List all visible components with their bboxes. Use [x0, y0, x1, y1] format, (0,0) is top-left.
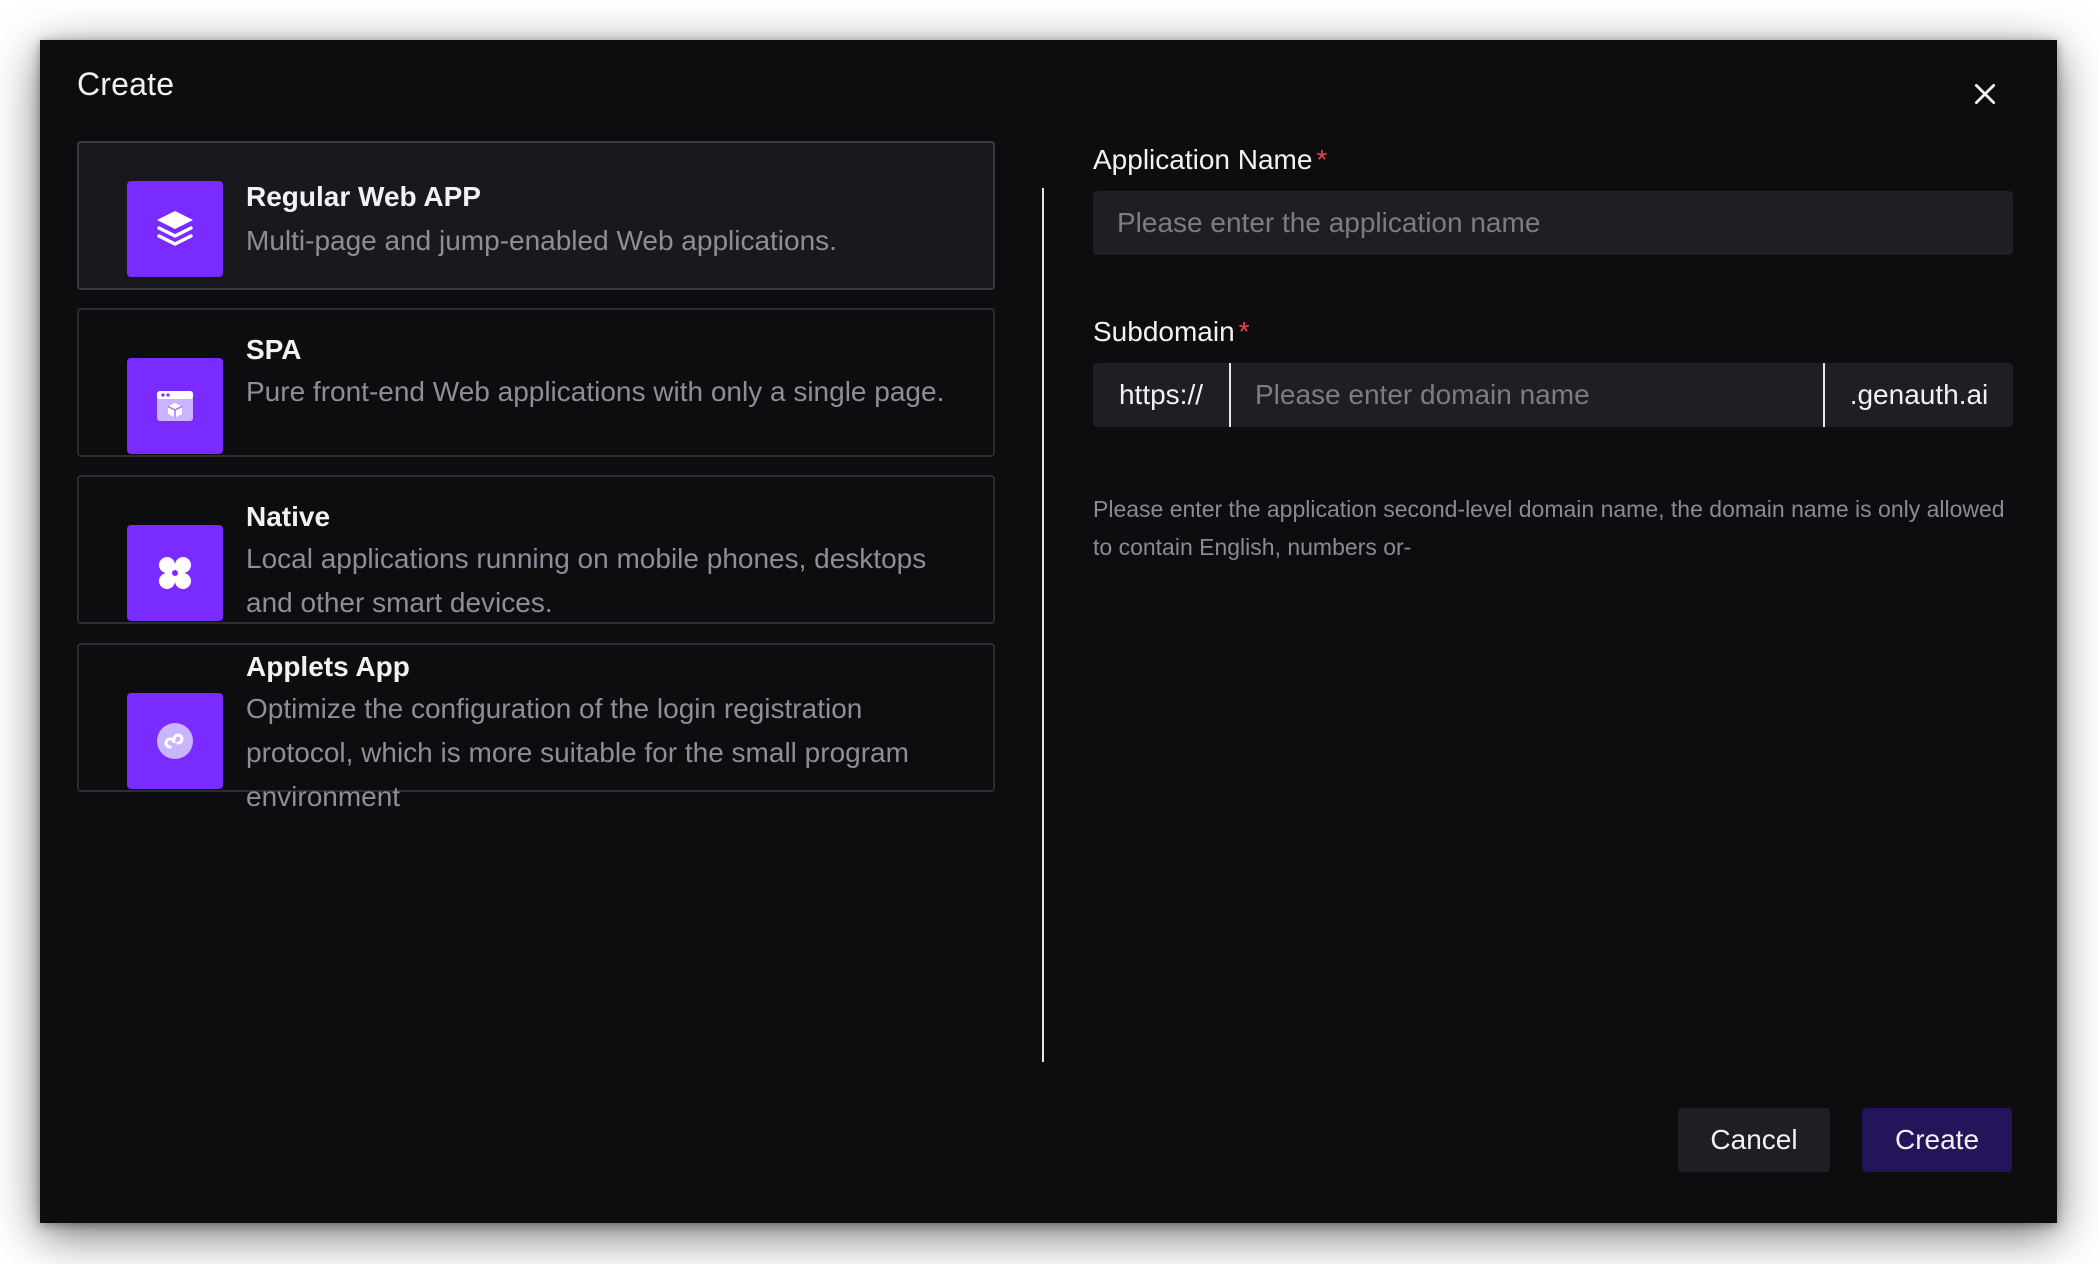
card-title: Applets App — [246, 651, 410, 682]
subdomain-label: Subdomain * — [1093, 316, 1250, 348]
subdomain-input-group: https:// Please enter domain name .genau… — [1093, 363, 2013, 427]
app-name-label-text: Application Name — [1093, 144, 1313, 175]
browser-window-icon — [127, 358, 223, 454]
layers-icon — [127, 181, 223, 277]
subdomain-suffix: .genauth.ai — [1823, 363, 2013, 427]
card-title: SPA — [246, 334, 302, 365]
card-description: Local applications running on mobile pho… — [246, 543, 927, 618]
dialog-title: Create — [77, 66, 175, 102]
app-name-placeholder: Please enter the application name — [1117, 207, 1541, 238]
cancel-button[interactable]: Cancel — [1678, 1108, 1830, 1172]
subdomain-hint: Please enter the application second-leve… — [1093, 496, 2005, 560]
create-button[interactable]: Create — [1862, 1108, 2012, 1172]
subdomain-input[interactable]: Please enter domain name — [1231, 363, 1823, 427]
column-divider — [1042, 188, 1044, 1062]
app-type-card-regular-web[interactable]: Regular Web APP Multi-page and jump-enab… — [77, 141, 995, 290]
card-description: Optimize the configuration of the login … — [246, 693, 909, 812]
create-application-dialog: Create Regular Web APP Multi-page and ju… — [40, 40, 2057, 1223]
app-type-card-applets[interactable]: Applets App Optimize the configuration o… — [77, 643, 995, 812]
card-description: Multi-page and jump-enabled Web applicat… — [246, 225, 837, 256]
apps-grid-icon — [127, 525, 223, 621]
card-title: Native — [246, 501, 331, 532]
card-title: Regular Web APP — [246, 181, 481, 212]
close-icon — [1974, 83, 1996, 105]
mini-program-icon — [127, 693, 223, 789]
app-name-input[interactable]: Please enter the application name — [1093, 191, 2013, 255]
app-type-card-spa[interactable]: SPA Pure front-end Web applications with… — [77, 308, 995, 457]
subdomain-prefix: https:// — [1093, 363, 1231, 427]
app-name-label: Application Name * — [1093, 144, 1327, 176]
required-mark: * — [1238, 316, 1250, 347]
card-description: Pure front-end Web applications with onl… — [246, 376, 945, 407]
subdomain-placeholder: Please enter domain name — [1255, 379, 1590, 410]
subdomain-label-text: Subdomain — [1093, 316, 1235, 347]
app-type-card-native[interactable]: Native Local applications running on mob… — [77, 475, 995, 624]
close-button[interactable] — [1961, 70, 2009, 118]
required-mark: * — [1316, 144, 1328, 175]
